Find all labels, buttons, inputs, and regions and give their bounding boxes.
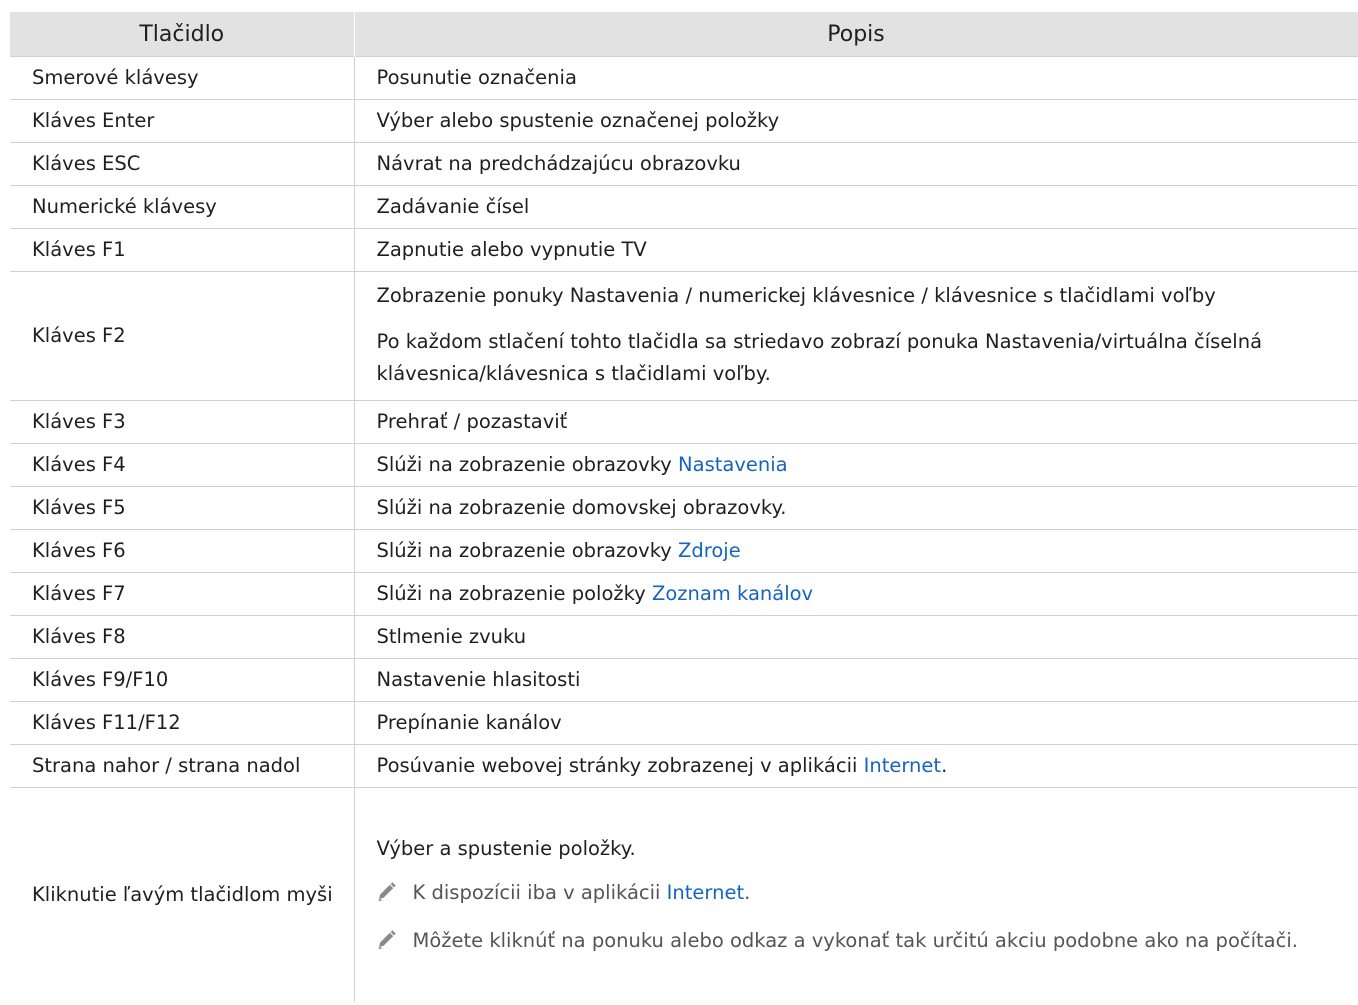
key-cell: Smerové klávesy xyxy=(10,56,355,100)
table-row: Kláves F9/F10 Nastavenie hlasitosti xyxy=(10,658,1358,702)
table-row: Kláves F5 Slúži na zobrazenie domovskej … xyxy=(10,486,1358,530)
description-cell: Slúži na zobrazenie obrazovky Nastavenia xyxy=(354,443,1358,487)
pencil-icon xyxy=(375,925,403,961)
table-row: Kláves F3 Prehrať / pozastaviť xyxy=(10,400,1358,444)
description-cell: Posúvanie webovej stránky zobrazenej v a… xyxy=(354,744,1358,788)
table-row: Kláves Enter Výber alebo spustenie označ… xyxy=(10,99,1358,143)
description-paragraph: Výber a spustenie položky. xyxy=(376,837,636,860)
table-row: Kláves F8 Stlmenie zvuku xyxy=(10,615,1358,659)
key-cell: Numerické klávesy xyxy=(10,185,355,229)
key-cell: Kláves F3 xyxy=(10,400,355,444)
key-cell: Kláves F9/F10 xyxy=(10,658,355,702)
channel-list-link[interactable]: Zoznam kanálov xyxy=(652,582,813,605)
table-row: Smerové klávesy Posunutie označenia xyxy=(10,56,1358,100)
key-function-table: Tlačidlo Popis Smerové klávesy Posunutie… xyxy=(10,12,1358,1002)
key-cell: Strana nahor / strana nadol xyxy=(10,744,355,788)
description-cell: Prepínanie kanálov xyxy=(354,701,1358,745)
description-cell: Zadávanie čísel xyxy=(354,185,1358,229)
table-row: Kláves F6 Slúži na zobrazenie obrazovky … xyxy=(10,529,1358,573)
table-row: Kláves F4 Slúži na zobrazenie obrazovky … xyxy=(10,443,1358,487)
note-item: K dispozícii iba v aplikácii Internet. xyxy=(377,877,1358,913)
key-cell: Kláves F8 xyxy=(10,615,355,659)
key-cell: Kliknutie ľavým tlačidlom myši xyxy=(10,787,355,1002)
key-cell: Kláves F7 xyxy=(10,572,355,616)
description-text: Posúvanie webovej stránky zobrazenej v a… xyxy=(376,754,864,777)
table-row: Strana nahor / strana nadol Posúvanie we… xyxy=(10,744,1358,788)
description-text: Slúži na zobrazenie obrazovky xyxy=(376,539,679,562)
table-row: Kláves F7 Slúži na zobrazenie položky Zo… xyxy=(10,572,1358,616)
note-text: Môžete kliknúť na ponuku alebo odkaz a v… xyxy=(412,929,1298,952)
key-cell: Kláves F5 xyxy=(10,486,355,530)
description-text: Slúži na zobrazenie obrazovky xyxy=(376,453,679,476)
description-cell: Stlmenie zvuku xyxy=(354,615,1358,659)
key-cell: Kláves F11/F12 xyxy=(10,701,355,745)
description-paragraph: Po každom stlačení tohto tlačidla sa str… xyxy=(376,330,1263,385)
description-cell: Zapnutie alebo vypnutie TV xyxy=(354,228,1358,272)
description-text: Slúži na zobrazenie položky xyxy=(376,582,652,605)
description-cell: Nastavenie hlasitosti xyxy=(354,658,1358,702)
description-cell: Posunutie označenia xyxy=(354,56,1358,100)
pencil-icon xyxy=(375,877,403,913)
column-header-button: Tlačidlo xyxy=(10,12,355,57)
description-paragraph: Zobrazenie ponuky Nastavenia / numericke… xyxy=(376,284,1216,307)
key-cell: Kláves F6 xyxy=(10,529,355,573)
description-cell: Slúži na zobrazenie domovskej obrazovky. xyxy=(354,486,1358,530)
internet-link[interactable]: Internet xyxy=(667,881,744,904)
sources-link[interactable]: Zdroje xyxy=(678,539,741,562)
table-row: Kláves F11/F12 Prepínanie kanálov xyxy=(10,701,1358,745)
table-row: Kliknutie ľavým tlačidlom myši Výber a s… xyxy=(10,787,1358,1002)
table-row: Kláves F1 Zapnutie alebo vypnutie TV xyxy=(10,228,1358,272)
key-cell: Kláves F1 xyxy=(10,228,355,272)
note-item: Môžete kliknúť na ponuku alebo odkaz a v… xyxy=(377,925,1358,961)
description-cell: Slúži na zobrazenie položky Zoznam kanál… xyxy=(354,572,1358,616)
description-cell: Zobrazenie ponuky Nastavenia / numericke… xyxy=(354,271,1358,401)
table-header-row: Tlačidlo Popis xyxy=(10,12,1358,57)
description-text-end: . xyxy=(941,754,948,777)
description-cell: Návrat na predchádzajúcu obrazovku xyxy=(354,142,1358,186)
description-cell: Výber a spustenie položky. K dispozícii … xyxy=(354,787,1358,1002)
key-cell: Kláves Enter xyxy=(10,99,355,143)
key-cell: Kláves F4 xyxy=(10,443,355,487)
table-row: Numerické klávesy Zadávanie čísel xyxy=(10,185,1358,229)
description-cell: Slúži na zobrazenie obrazovky Zdroje xyxy=(354,529,1358,573)
key-cell: Kláves ESC xyxy=(10,142,355,186)
note-text: K dispozícii iba v aplikácii Internet. xyxy=(412,881,751,904)
table-row: Kláves F2 Zobrazenie ponuky Nastavenia /… xyxy=(10,271,1358,401)
key-cell: Kláves F2 xyxy=(10,271,355,401)
description-cell: Prehrať / pozastaviť xyxy=(354,400,1358,444)
internet-link[interactable]: Internet xyxy=(864,754,941,777)
description-cell: Výber alebo spustenie označenej položky xyxy=(354,99,1358,143)
settings-link[interactable]: Nastavenia xyxy=(678,453,788,476)
column-header-description: Popis xyxy=(354,12,1358,57)
table-row: Kláves ESC Návrat na predchádzajúcu obra… xyxy=(10,142,1358,186)
